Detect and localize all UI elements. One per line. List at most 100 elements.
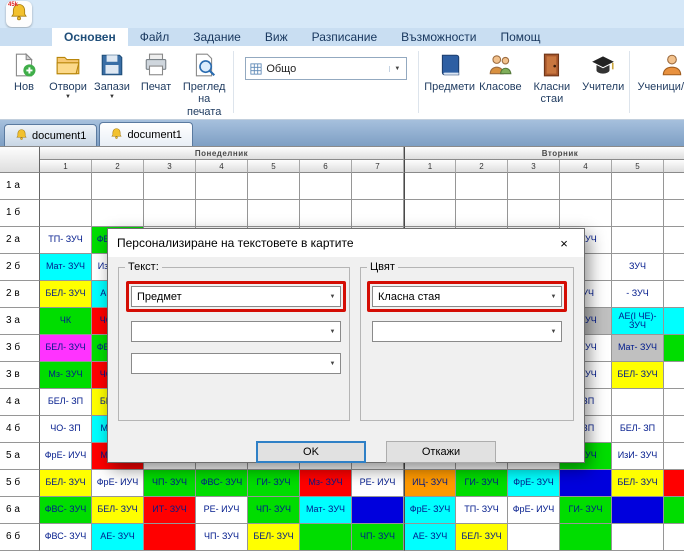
timetable-cell[interactable] <box>300 173 352 200</box>
timetable-cell[interactable]: ФрЕ- ЗУЧ <box>404 497 456 524</box>
timetable-cell[interactable]: АЕ- ЗУЧ <box>404 524 456 551</box>
timetable-cell[interactable] <box>612 524 664 551</box>
timetable-cell[interactable] <box>508 200 560 227</box>
timetable-cell[interactable] <box>560 200 612 227</box>
tab-main[interactable]: Основен <box>52 28 128 46</box>
timetable-cell[interactable]: Мат- ЗУЧ <box>612 335 664 362</box>
tab-view[interactable]: Виж <box>253 28 300 46</box>
timetable-cell[interactable]: ЧО- ЗП <box>40 416 92 443</box>
timetable-cell[interactable] <box>664 416 684 443</box>
color-select-2[interactable]: ▼ <box>372 321 562 342</box>
timetable-cell[interactable]: ФрЕ- ИУЧ <box>40 443 92 470</box>
timetable-cell[interactable]: ЧК <box>40 308 92 335</box>
timetable-cell[interactable]: БЕЛ- ЗП <box>40 389 92 416</box>
students-button[interactable]: Ученици/Сем <box>633 49 684 93</box>
class-row-label[interactable]: 2 а <box>0 227 40 254</box>
document-tab[interactable]: document1 <box>4 124 97 146</box>
timetable-cell[interactable]: БЕЛ- ЗУЧ <box>92 497 144 524</box>
timetable-cell[interactable] <box>612 227 664 254</box>
text-select-3[interactable]: ▼ <box>131 353 341 374</box>
tab-schedule[interactable]: Разписание <box>300 28 390 46</box>
timetable-cell[interactable]: БЕЛ- ЗУЧ <box>456 524 508 551</box>
timetable-cell[interactable] <box>40 173 92 200</box>
class-row-label[interactable]: 3 в <box>0 362 40 389</box>
timetable-cell[interactable]: Мат- ЗУЧ <box>40 254 92 281</box>
class-row-label[interactable]: 1 а <box>0 173 40 200</box>
class-row-label[interactable]: 4 б <box>0 416 40 443</box>
timetable-cell[interactable] <box>664 281 684 308</box>
tab-assignment[interactable]: Задание <box>181 28 253 46</box>
class-row-label[interactable]: 3 б <box>0 335 40 362</box>
timetable-cell[interactable]: Мат- ЗУЧ <box>300 497 352 524</box>
timetable-cell[interactable]: ФрЕ- ИУЧ <box>92 470 144 497</box>
timetable-cell[interactable]: ФрЕ- ЗУЧ <box>508 470 560 497</box>
open-button[interactable]: Отвори ▼ <box>46 49 90 100</box>
timetable-cell[interactable]: РЕ- ИУЧ <box>196 497 248 524</box>
timetable-cell[interactable]: АЕ(I ЧЕ)- ЗУЧ <box>612 308 664 335</box>
class-row-label[interactable]: 4 а <box>0 389 40 416</box>
class-row-label[interactable]: 5 б <box>0 470 40 497</box>
timetable-cell[interactable]: ИзИ- ЗУЧ <box>612 443 664 470</box>
timetable-cell[interactable] <box>40 200 92 227</box>
timetable-cell[interactable] <box>664 173 684 200</box>
timetable-cell[interactable] <box>92 173 144 200</box>
timetable-cell[interactable] <box>664 227 684 254</box>
timetable-cell[interactable]: Мз- ЗУЧ <box>40 362 92 389</box>
print-preview-button[interactable]: Преглед на печата <box>178 49 230 118</box>
timetable-cell[interactable] <box>664 497 684 524</box>
timetable-cell[interactable] <box>612 497 664 524</box>
timetable-cell[interactable] <box>560 470 612 497</box>
timetable-cell[interactable] <box>248 173 300 200</box>
classrooms-button[interactable]: Класни стаи <box>524 49 580 106</box>
ok-button[interactable]: OK <box>256 441 366 463</box>
tab-options[interactable]: Възможности <box>389 28 488 46</box>
timetable-cell[interactable]: ЗУЧ <box>612 254 664 281</box>
timetable-cell[interactable]: ЧП- ЗУЧ <box>352 524 404 551</box>
timetable-cell[interactable] <box>352 173 404 200</box>
timetable-cell[interactable] <box>300 524 352 551</box>
text-select-1[interactable]: Предмет ▼ <box>131 286 341 307</box>
color-select-1[interactable]: Класна стая ▼ <box>372 286 562 307</box>
timetable-cell[interactable] <box>664 254 684 281</box>
print-button[interactable]: Печат <box>134 49 178 93</box>
class-row-label[interactable]: 5 а <box>0 443 40 470</box>
new-button[interactable]: Нов <box>2 49 46 93</box>
timetable-cell[interactable]: БЕЛ- ЗП <box>612 416 664 443</box>
timetable-cell[interactable]: БЕЛ- ЗУЧ <box>612 470 664 497</box>
class-row-label[interactable]: 2 б <box>0 254 40 281</box>
timetable-cell[interactable]: ФВС- ЗУЧ <box>40 524 92 551</box>
timetable-cell[interactable]: Мз- ЗУЧ <box>300 470 352 497</box>
timetable-cell[interactable]: ТП- ЗУЧ <box>40 227 92 254</box>
timetable-cell[interactable] <box>456 200 508 227</box>
timetable-cell[interactable] <box>664 443 684 470</box>
timetable-cell[interactable] <box>612 389 664 416</box>
timetable-cell[interactable]: ФВС- ЗУЧ <box>196 470 248 497</box>
timetable-cell[interactable] <box>508 524 560 551</box>
document-tab[interactable]: document1 <box>99 122 192 146</box>
view-combobox[interactable]: Общо ▼ <box>245 57 407 80</box>
timetable-cell[interactable] <box>508 173 560 200</box>
timetable-cell[interactable]: БЕЛ- ЗУЧ <box>40 281 92 308</box>
timetable-cell[interactable] <box>144 200 196 227</box>
timetable-cell[interactable] <box>144 173 196 200</box>
timetable-cell[interactable] <box>612 200 664 227</box>
timetable-cell[interactable] <box>248 200 300 227</box>
timetable-cell[interactable]: ИТ- ЗУЧ <box>144 497 196 524</box>
close-icon[interactable]: × <box>544 229 584 257</box>
class-row-label[interactable]: 1 б <box>0 200 40 227</box>
timetable-cell[interactable]: ФрЕ- ИУЧ <box>508 497 560 524</box>
class-row-label[interactable]: 3 а <box>0 308 40 335</box>
timetable-cell[interactable]: АЕ- ЗУЧ <box>92 524 144 551</box>
save-button[interactable]: Запази ▼ <box>90 49 134 100</box>
teachers-button[interactable]: Учители <box>580 49 627 93</box>
timetable-cell[interactable] <box>404 173 456 200</box>
timetable-cell[interactable]: БЕЛ- ЗУЧ <box>612 362 664 389</box>
timetable-cell[interactable] <box>92 200 144 227</box>
timetable-cell[interactable]: ЧП- ЗУЧ <box>144 470 196 497</box>
timetable-cell[interactable]: - ЗУЧ <box>612 281 664 308</box>
timetable-cell[interactable] <box>664 470 684 497</box>
timetable-cell[interactable]: ФВС- ЗУЧ <box>40 497 92 524</box>
timetable-cell[interactable]: ЧП- ЗУЧ <box>248 497 300 524</box>
timetable-cell[interactable] <box>352 497 404 524</box>
timetable-cell[interactable]: ГИ- ЗУЧ <box>248 470 300 497</box>
